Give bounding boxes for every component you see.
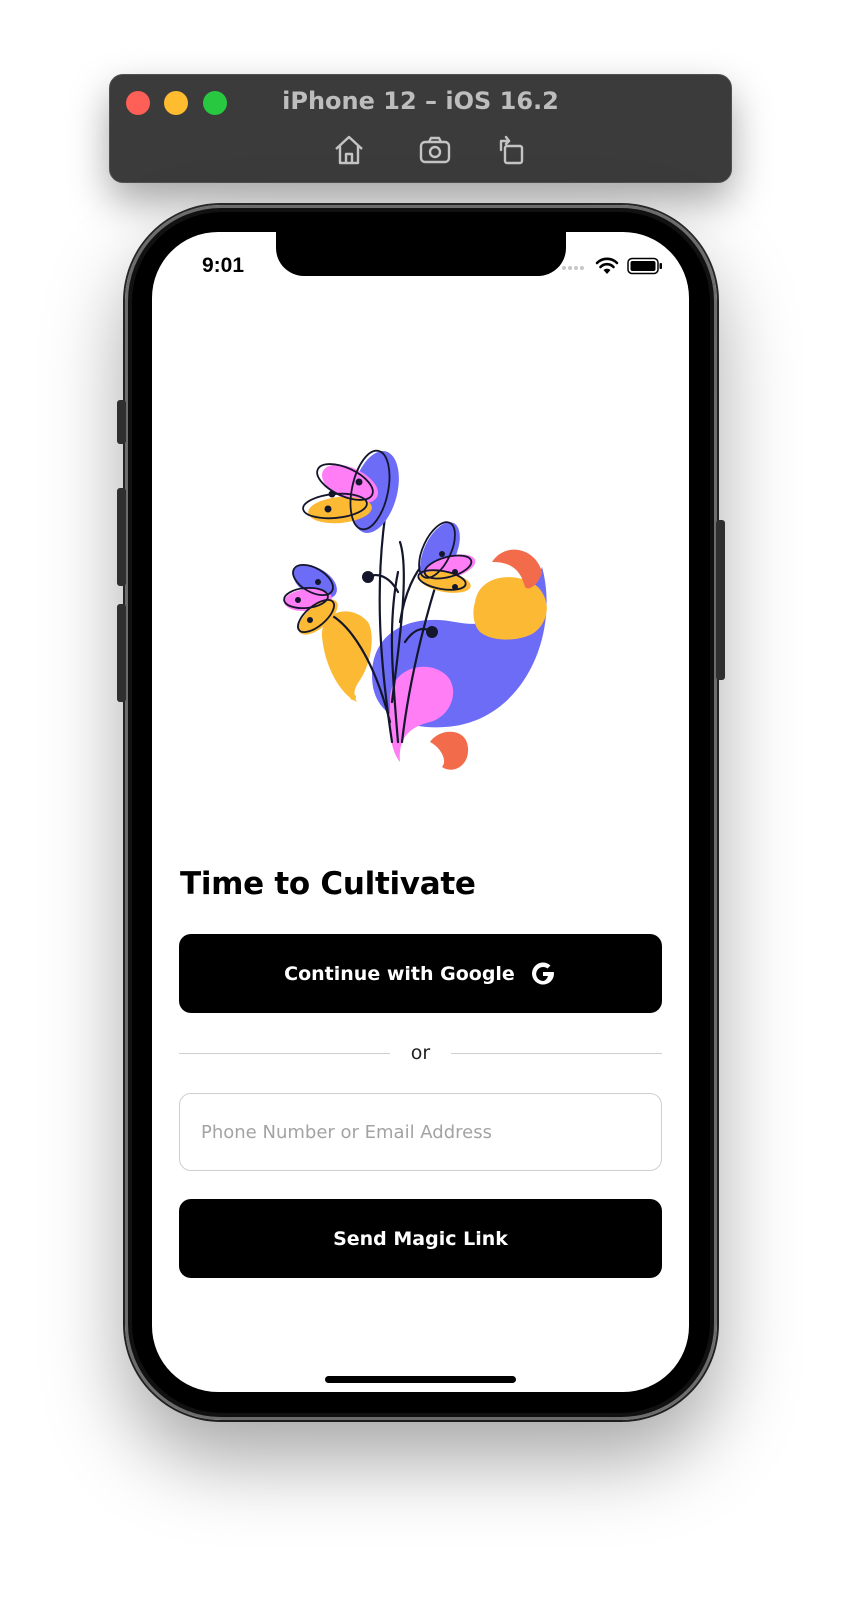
cellular-icon — [562, 266, 584, 270]
google-button-label: Continue with Google — [284, 962, 515, 985]
magic-link-button-label: Send Magic Link — [333, 1227, 508, 1250]
google-icon — [531, 962, 554, 985]
screenshot-icon[interactable] — [418, 133, 452, 167]
notch — [276, 232, 566, 276]
flower-illustration — [283, 449, 547, 770]
send-magic-link-button[interactable]: Send Magic Link — [179, 1199, 662, 1278]
app-screen: 9:01 Time to Cultivate Continue with Goo… — [152, 232, 689, 1392]
divider-line-right — [451, 1053, 662, 1054]
contact-input[interactable] — [180, 1094, 661, 1170]
mute-switch[interactable] — [117, 400, 126, 444]
volume-down-button[interactable] — [117, 604, 126, 702]
battery-icon — [627, 257, 662, 275]
home-indicator[interactable] — [325, 1376, 516, 1383]
rotate-icon[interactable] — [496, 133, 530, 167]
volume-up-button[interactable] — [117, 488, 126, 586]
wifi-icon — [595, 257, 619, 274]
home-icon[interactable] — [332, 133, 366, 167]
continue-with-google-button[interactable]: Continue with Google — [179, 934, 662, 1013]
simulator-window: iPhone 12 – iOS 16.2 — [109, 74, 732, 183]
contact-input-field[interactable] — [179, 1093, 662, 1171]
power-button[interactable] — [716, 520, 725, 680]
status-icons — [561, 257, 663, 275]
or-divider: or — [179, 1040, 662, 1068]
simulator-title: iPhone 12 – iOS 16.2 — [282, 87, 559, 115]
page-title: Time to Cultivate — [180, 866, 476, 902]
status-time: 9:01 — [202, 254, 245, 277]
